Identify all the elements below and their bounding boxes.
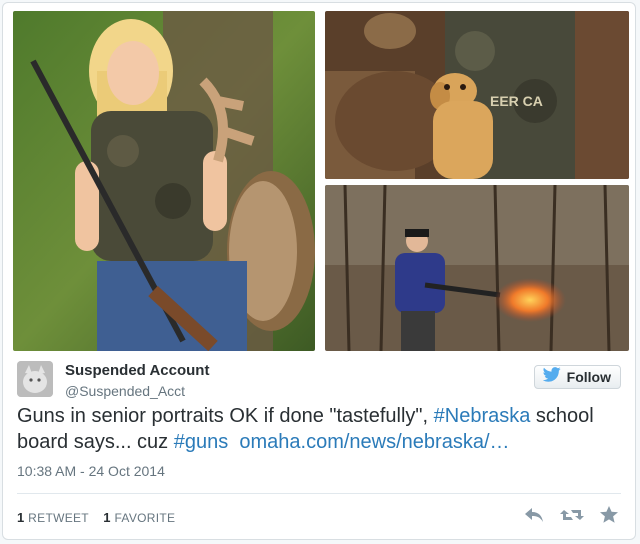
photo-shotgun-firing[interactable] xyxy=(325,185,629,351)
star-icon[interactable] xyxy=(599,505,619,524)
tweet-link[interactable]: omaha.com/news/nebraska/… xyxy=(239,431,509,453)
tweet-card: EER CA Suspended Account @Suspended_Acct… xyxy=(2,2,636,540)
divider xyxy=(17,493,621,494)
tweet-text: Guns in senior portraits OK if done "tas… xyxy=(17,403,625,455)
favorite-count[interactable]: 1 xyxy=(103,510,111,525)
retweet-icon[interactable] xyxy=(559,506,585,524)
author-name[interactable]: Suspended Account xyxy=(65,362,209,379)
tweet-actions xyxy=(523,505,619,524)
reply-icon[interactable] xyxy=(523,506,545,524)
follow-button[interactable]: Follow xyxy=(533,365,621,389)
tweet-stats: 1 RETWEET 1 FAVORITE xyxy=(17,510,175,525)
hashtag-guns[interactable]: #guns xyxy=(174,431,229,453)
svg-text:EER CA: EER CA xyxy=(490,93,543,109)
avatar[interactable] xyxy=(17,361,53,397)
author-handle[interactable]: @Suspended_Acct xyxy=(65,383,185,399)
tweet-text-part-1: Guns in senior portraits OK if done "tas… xyxy=(17,405,434,427)
hashtag-nebraska[interactable]: #Nebraska xyxy=(434,405,531,427)
favorite-label[interactable]: FAVORITE xyxy=(114,511,175,525)
photo-girl-with-gun[interactable] xyxy=(13,11,315,351)
retweet-count[interactable]: 1 xyxy=(17,510,25,525)
follow-label: Follow xyxy=(566,369,611,385)
twitter-bird-icon xyxy=(542,367,561,387)
retweet-label[interactable]: RETWEET xyxy=(28,511,89,525)
photo-dog-with-man[interactable]: EER CA xyxy=(325,11,629,179)
tweet-timestamp[interactable]: 10:38 AM - 24 Oct 2014 xyxy=(17,463,165,479)
